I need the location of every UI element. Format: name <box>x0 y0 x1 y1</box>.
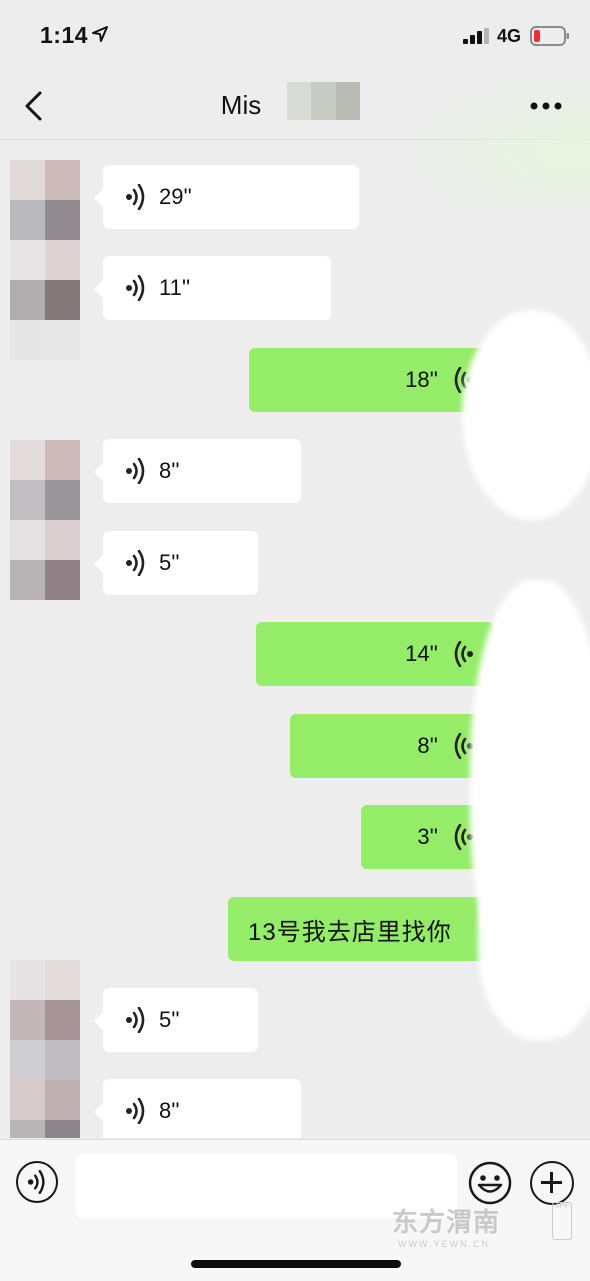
home-indicator[interactable] <box>191 1260 401 1268</box>
watermark-logo: 东方渭南 WWW.YEWN.CN APP <box>392 1202 572 1249</box>
name-mosaic <box>287 82 360 120</box>
voice-wave-icon <box>126 550 145 576</box>
chat-header: Mis <box>0 70 590 210</box>
redaction-blot <box>462 310 590 520</box>
voice-wave-icon <box>454 641 473 667</box>
avatar[interactable] <box>10 240 80 320</box>
voice-duration: 14'' <box>405 641 438 666</box>
avatar[interactable] <box>10 1040 80 1120</box>
avatar[interactable] <box>10 440 80 520</box>
contact-name: Mis <box>220 90 262 120</box>
voice-mode-button[interactable] <box>16 1161 58 1203</box>
redaction-blot <box>478 840 590 1040</box>
voice-message-in[interactable]: 5'' <box>94 988 258 1052</box>
voice-message-in[interactable]: 8'' <box>94 439 301 503</box>
avatar[interactable] <box>10 160 80 240</box>
voice-wave-icon <box>126 1007 145 1033</box>
status-bar: 1:14 4G <box>0 0 590 70</box>
voice-message-out[interactable]: 18'' <box>249 348 494 412</box>
location-arrow-icon <box>92 26 108 42</box>
emoji-icon[interactable] <box>468 1161 512 1205</box>
voice-message-in[interactable]: 11'' <box>94 256 331 320</box>
signal-icon <box>463 28 489 44</box>
voice-message-in[interactable]: 29'' <box>94 165 359 229</box>
voice-duration: 5'' <box>159 1007 180 1032</box>
voice-wave-icon <box>126 275 145 301</box>
voice-duration: 18'' <box>405 367 438 392</box>
voice-mode-icon <box>27 1170 45 1194</box>
network-type: 4G <box>497 26 522 46</box>
voice-duration: 3'' <box>417 824 438 849</box>
voice-message-out[interactable]: 14'' <box>256 622 494 686</box>
voice-message-in[interactable]: 5'' <box>94 531 258 595</box>
watermark-app: APP <box>552 1202 572 1240</box>
voice-duration: 5'' <box>159 550 180 575</box>
text-message-out[interactable]: 13号我去店里找你 <box>228 897 494 961</box>
voice-wave-icon <box>126 184 145 210</box>
voice-message-out[interactable]: 8'' <box>290 714 494 778</box>
voice-wave-icon <box>126 1098 145 1124</box>
voice-duration: 8'' <box>417 733 438 758</box>
voice-duration: 29'' <box>159 184 192 209</box>
voice-duration: 8'' <box>159 1098 180 1123</box>
plus-icon[interactable] <box>530 1161 574 1205</box>
watermark-name: 东方渭南 <box>392 1207 501 1237</box>
more-icon[interactable] <box>530 102 562 110</box>
avatar[interactable] <box>10 960 80 1040</box>
voice-duration: 11'' <box>159 275 191 300</box>
voice-wave-icon <box>126 458 145 484</box>
voice-message-in[interactable]: 8'' <box>94 1079 301 1138</box>
chat-area[interactable]: 29'' 11'' 18'' 8'' 5'' 14'' 8'' 3'' 13号我… <box>0 140 590 1138</box>
status-time: 1:14 <box>40 22 89 48</box>
battery-icon <box>530 26 569 46</box>
voice-duration: 8'' <box>159 458 180 483</box>
input-bar: 东方渭南 WWW.YEWN.CN APP <box>0 1139 590 1281</box>
message-text: 13号我去店里找你 <box>248 918 452 946</box>
watermark-url: WWW.YEWN.CN <box>398 1239 490 1249</box>
avatar[interactable] <box>10 520 80 600</box>
